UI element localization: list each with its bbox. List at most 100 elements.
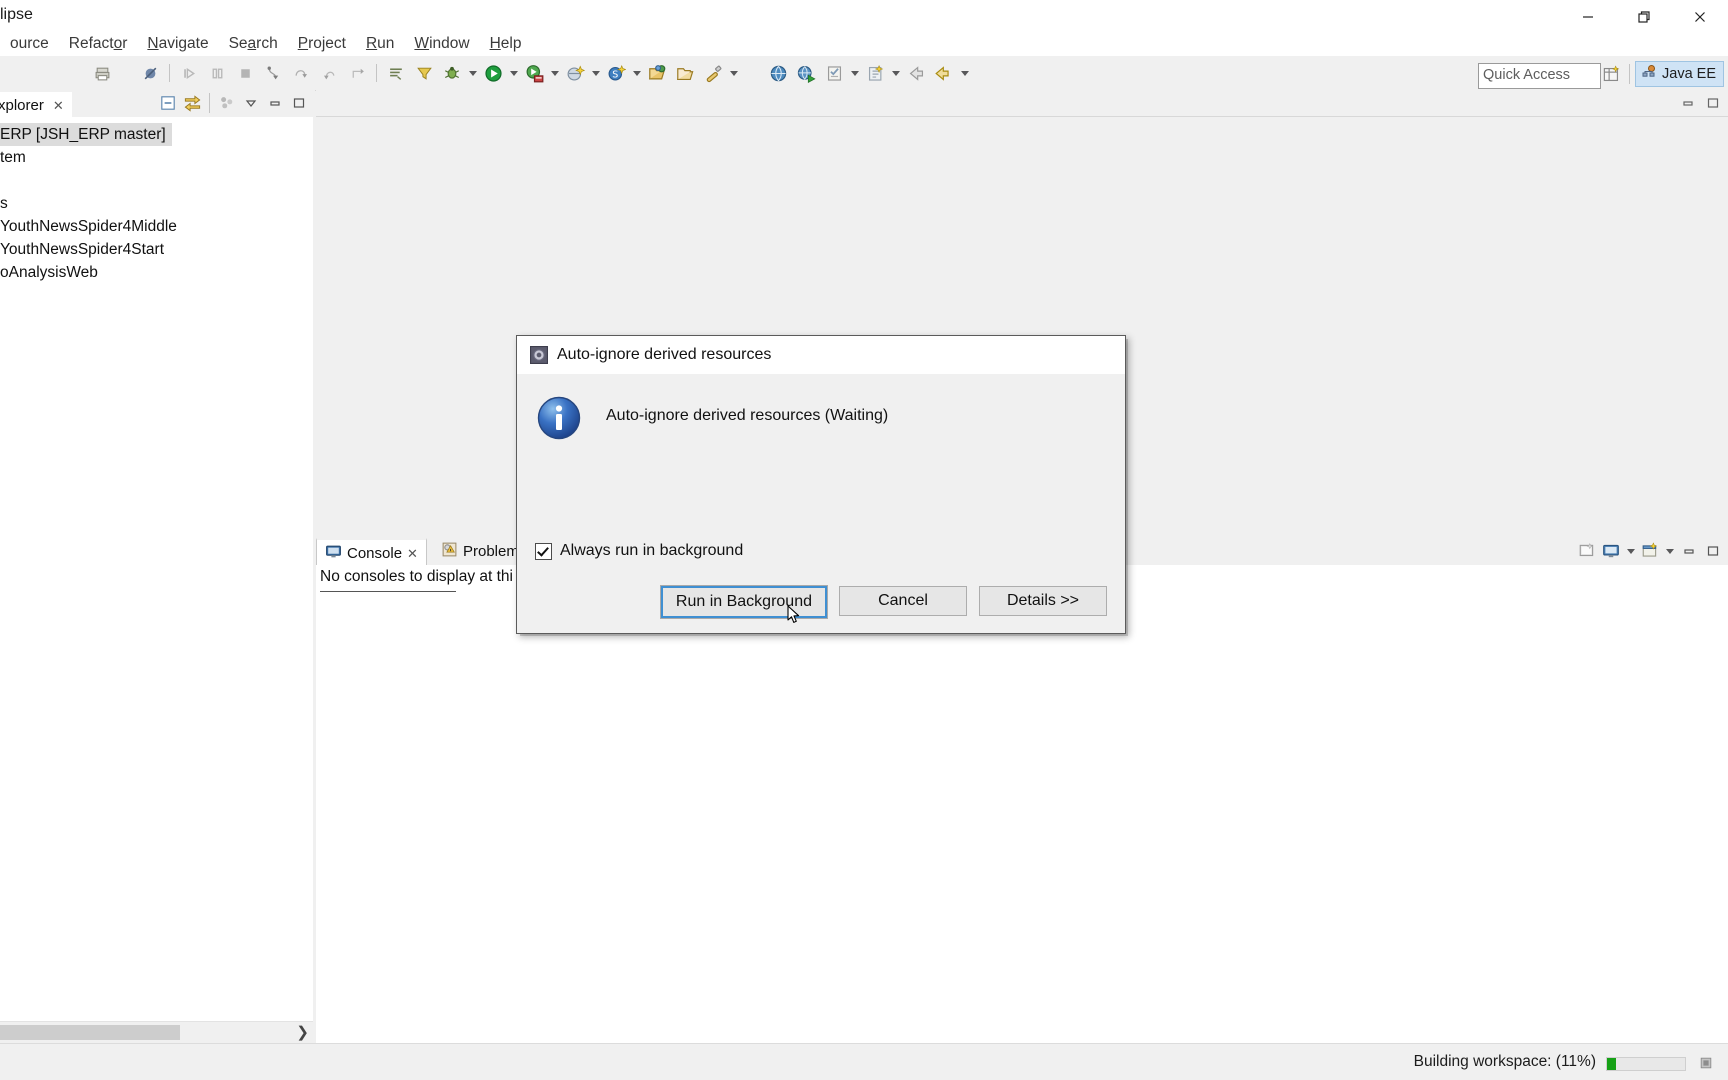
- cancel-button[interactable]: Cancel: [839, 586, 967, 616]
- tree-row-5[interactable]: YouthNewsSpider4Start: [0, 238, 313, 261]
- terminate-icon[interactable]: [233, 61, 257, 85]
- print-icon[interactable]: [90, 61, 114, 85]
- maximize-view-icon[interactable]: [288, 92, 310, 114]
- debug-dropdown-icon[interactable]: [466, 62, 479, 84]
- tree-row-6[interactable]: oAnalysisWeb: [0, 261, 313, 284]
- step-over-icon[interactable]: [289, 61, 313, 85]
- editor-area-toolbar: [1677, 92, 1724, 114]
- skip-all-breakpoints-icon[interactable]: [138, 61, 162, 85]
- collapse-all-icon[interactable]: [157, 92, 179, 114]
- minimize-console-icon[interactable]: [1678, 540, 1700, 562]
- eclipse-window: clipse ource Refactor Navigate Se: [0, 0, 1728, 1080]
- search-icon[interactable]: [645, 61, 669, 85]
- minimize-editor-icon[interactable]: [1677, 92, 1699, 114]
- menu-search[interactable]: Search: [219, 33, 288, 55]
- back-icon[interactable]: [904, 61, 928, 85]
- display-console-dropdown-icon[interactable]: [1624, 540, 1637, 562]
- previous-annotation-icon[interactable]: [412, 61, 436, 85]
- display-selected-console-icon[interactable]: [1600, 540, 1622, 562]
- open-web-browser-icon[interactable]: [766, 61, 790, 85]
- menu-bar: ource Refactor Navigate Search Project R…: [0, 30, 1728, 57]
- tree-row-2[interactable]: [0, 169, 313, 192]
- project-tree[interactable]: ERP [JSH_ERP master] tem s YouthNewsSpid…: [0, 117, 313, 1022]
- view-menu-members-icon[interactable]: [216, 92, 238, 114]
- editor-tabrow: [316, 90, 1728, 116]
- progress-fill: [1607, 1058, 1616, 1070]
- project-explorer-hscrollbar[interactable]: ❯: [0, 1021, 313, 1044]
- forward-icon[interactable]: [932, 61, 956, 85]
- maximize-button[interactable]: [1616, 0, 1672, 34]
- scrollbar-thumb[interactable]: [0, 1025, 180, 1040]
- tree-row-4[interactable]: YouthNewsSpider4Middle: [0, 215, 313, 238]
- close-icon[interactable]: ✕: [407, 546, 418, 562]
- tree-item-label: YouthNewsSpider4Start: [0, 241, 164, 258]
- scroll-right-icon[interactable]: ❯: [296, 1024, 309, 1041]
- close-button[interactable]: [1672, 0, 1728, 34]
- stop-job-icon[interactable]: [1698, 1055, 1714, 1071]
- perspective-java-ee[interactable]: Java EE: [1635, 61, 1724, 87]
- resume-icon[interactable]: [177, 61, 201, 85]
- sash-vertical[interactable]: [313, 90, 315, 1044]
- quick-access-input[interactable]: Quick Access: [1478, 63, 1601, 89]
- open-type-dropdown-icon[interactable]: [630, 62, 643, 84]
- tree-row-1[interactable]: tem: [0, 146, 313, 169]
- open-perspective-icon[interactable]: [1598, 62, 1624, 86]
- step-return-icon[interactable]: [317, 61, 341, 85]
- external-tools-icon[interactable]: [673, 61, 697, 85]
- menu-run[interactable]: Run: [356, 33, 404, 55]
- maximize-editor-icon[interactable]: [1702, 92, 1724, 114]
- console-output[interactable]: No consoles to display at thi: [316, 565, 1728, 1044]
- maximize-console-icon[interactable]: [1702, 540, 1724, 562]
- status-bar: Building workspace: (11%): [0, 1043, 1728, 1080]
- open-console-icon[interactable]: [1576, 540, 1598, 562]
- next-annotation-icon[interactable]: [384, 61, 408, 85]
- new-java-class-icon[interactable]: [701, 61, 725, 85]
- menu-window[interactable]: Window: [404, 33, 479, 55]
- run-on-server-icon[interactable]: [794, 61, 818, 85]
- menu-navigate[interactable]: Navigate: [137, 33, 218, 55]
- link-with-editor-icon[interactable]: [181, 92, 203, 114]
- open-type-icon[interactable]: S: [604, 61, 628, 85]
- tree-row-3[interactable]: s: [0, 192, 313, 215]
- menu-source[interactable]: ource: [0, 33, 59, 55]
- window-title: clipse: [0, 6, 33, 23]
- run-in-background-button[interactable]: Run in Background: [659, 585, 829, 619]
- drop-to-frame-icon[interactable]: [345, 61, 369, 85]
- new-task-icon[interactable]: [863, 61, 887, 85]
- close-icon[interactable]: ✕: [53, 98, 64, 114]
- menu-project[interactable]: Project: [288, 33, 356, 55]
- run-as-server-icon[interactable]: [522, 61, 546, 85]
- problems-icon: [441, 541, 458, 562]
- run-as-server-dropdown-icon[interactable]: [548, 62, 561, 84]
- console-tab-label: Console: [347, 545, 403, 562]
- tab-project-explorer[interactable]: xplorer ✕: [0, 90, 72, 119]
- step-into-icon[interactable]: [261, 61, 285, 85]
- dialog-body: Auto-ignore derived resources (Waiting) …: [517, 374, 1125, 633]
- new-console-dropdown-icon[interactable]: [1663, 540, 1676, 562]
- always-run-in-background-checkbox[interactable]: [535, 542, 552, 560]
- minimize-button[interactable]: [1560, 0, 1616, 34]
- view-menu-icon[interactable]: [240, 92, 262, 114]
- menu-refactor[interactable]: Refactor: [59, 33, 138, 55]
- suspend-icon[interactable]: [205, 61, 229, 85]
- open-task-dropdown-icon[interactable]: [848, 62, 861, 84]
- new-wizard-icon[interactable]: [563, 61, 587, 85]
- new-wizard-dropdown-icon[interactable]: [589, 62, 602, 84]
- console-underline: [320, 591, 456, 592]
- svg-text:S: S: [612, 69, 618, 80]
- run-icon[interactable]: [481, 61, 505, 85]
- new-java-class-dropdown-icon[interactable]: [727, 62, 740, 84]
- debug-icon[interactable]: [440, 61, 464, 85]
- menu-help[interactable]: Help: [480, 33, 532, 55]
- new-task-dropdown-icon[interactable]: [889, 62, 902, 84]
- tree-row-0[interactable]: ERP [JSH_ERP master]: [0, 123, 313, 146]
- run-dropdown-icon[interactable]: [507, 62, 520, 84]
- minimize-view-icon[interactable]: [264, 92, 286, 114]
- navigation-dropdown-icon[interactable]: [958, 62, 971, 84]
- cancel-label: Cancel: [878, 592, 928, 609]
- new-console-view-icon[interactable]: [1639, 540, 1661, 562]
- always-run-in-background-row[interactable]: Always run in background: [535, 542, 743, 560]
- open-task-icon[interactable]: [822, 61, 846, 85]
- details-button[interactable]: Details >>: [979, 586, 1107, 616]
- tab-console[interactable]: Console ✕: [316, 538, 427, 567]
